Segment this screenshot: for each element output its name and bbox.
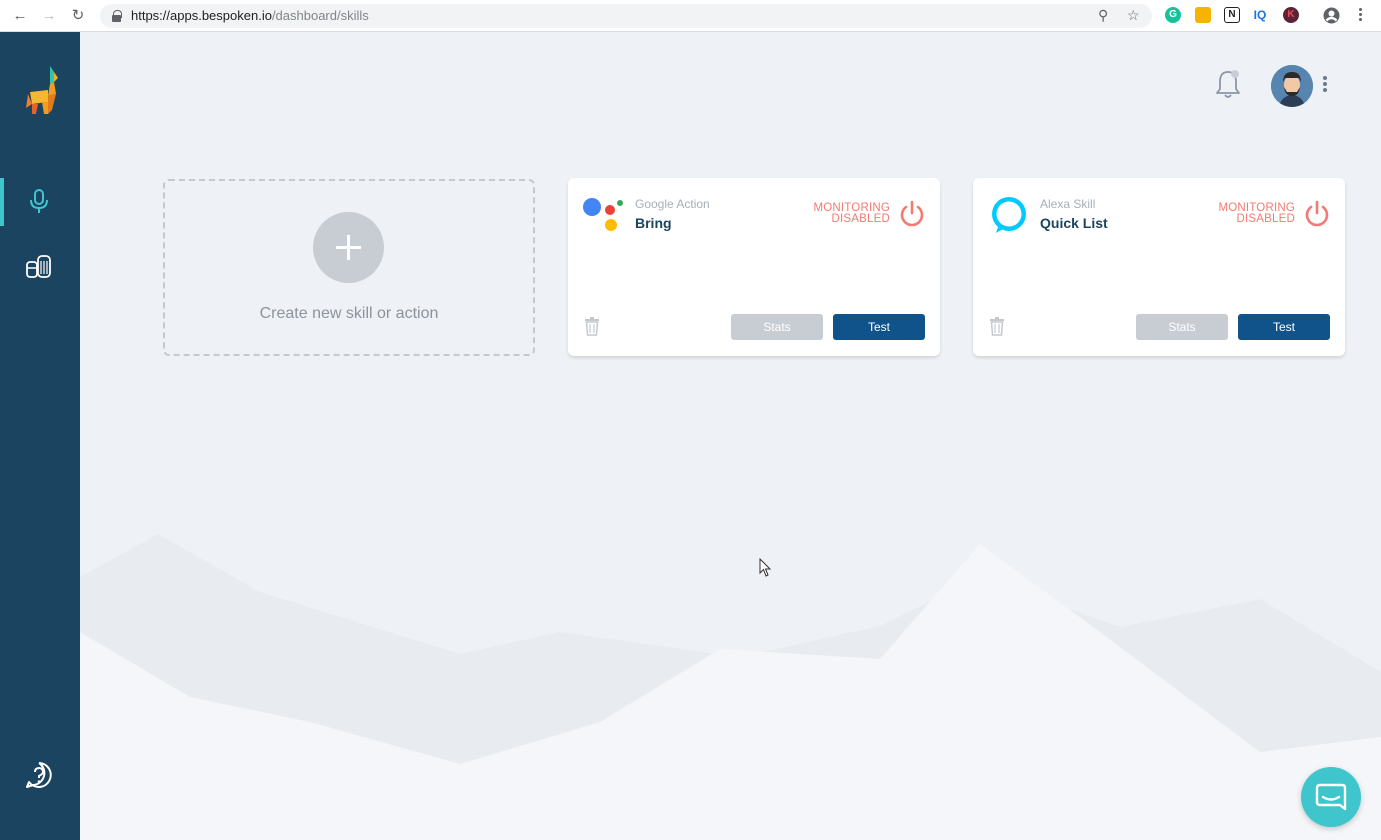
sidebar-item-devices[interactable]	[0, 244, 80, 292]
skill-name[interactable]: Quick List	[1040, 215, 1108, 231]
plus-icon[interactable]	[313, 212, 384, 283]
microphone-icon	[30, 189, 48, 213]
sidebar-item-help[interactable]	[0, 752, 80, 800]
notification-bell-icon[interactable]	[1213, 68, 1243, 102]
trash-icon[interactable]	[584, 316, 600, 336]
skill-card[interactable]: Alexa Skill Quick List MONITORING DISABL…	[973, 178, 1345, 356]
chat-icon	[1315, 783, 1347, 811]
grammarly-extension-icon[interactable]: G	[1165, 7, 1181, 23]
stats-button[interactable]: Stats	[1136, 314, 1228, 340]
forward-icon[interactable]: →	[39, 6, 59, 26]
stats-button[interactable]: Stats	[731, 314, 823, 340]
test-button[interactable]: Test	[1238, 314, 1330, 340]
mouse-cursor-icon	[759, 558, 772, 577]
skill-type: Google Action	[635, 197, 710, 211]
url-text: https://apps.bespoken.io/dashboard/skill…	[131, 8, 369, 23]
main-content: Create new skill or action Google Action…	[80, 32, 1381, 840]
skill-card[interactable]: Google Action Bring MONITORING DISABLED …	[568, 178, 940, 356]
test-button[interactable]: Test	[833, 314, 925, 340]
monitoring-status: MONITORING DISABLED	[813, 202, 890, 225]
chat-launcher-button[interactable]	[1301, 767, 1361, 827]
address-bar[interactable]: https://apps.bespoken.io/dashboard/skill…	[100, 4, 1152, 28]
bespoken-llama-logo[interactable]	[24, 64, 60, 114]
browser-toolbar: ← → ↻ https://apps.bespoken.io/dashboard…	[0, 0, 1381, 32]
skill-name[interactable]: Bring	[635, 215, 672, 231]
sidebar	[0, 32, 80, 840]
create-skill-label: Create new skill or action	[259, 305, 439, 322]
alexa-icon	[992, 197, 1026, 233]
power-icon[interactable]	[1304, 200, 1330, 228]
back-icon[interactable]: ←	[10, 6, 30, 26]
trash-icon[interactable]	[989, 316, 1005, 336]
create-skill-card[interactable]: Create new skill or action	[163, 179, 535, 356]
lock-icon	[112, 10, 122, 22]
yellow-extension-icon[interactable]	[1195, 7, 1211, 23]
bookmark-star-icon[interactable]: ☆	[1127, 7, 1140, 24]
user-menu-kebab-icon[interactable]	[1322, 76, 1328, 94]
profile-icon[interactable]	[1323, 7, 1340, 24]
sidebar-item-skills[interactable]	[0, 178, 80, 226]
monitoring-status: MONITORING DISABLED	[1218, 202, 1295, 225]
google-assistant-icon	[583, 198, 623, 231]
iq-extension-icon[interactable]: IQ	[1252, 7, 1268, 23]
reload-icon[interactable]: ↻	[68, 6, 88, 26]
devices-icon	[26, 255, 51, 278]
power-icon[interactable]	[899, 200, 925, 228]
mountain-background	[80, 534, 1381, 840]
notion-extension-icon[interactable]: N	[1224, 7, 1240, 23]
help-icon	[26, 762, 52, 788]
chrome-menu-icon[interactable]	[1359, 8, 1363, 21]
k-extension-icon[interactable]: K	[1283, 7, 1299, 23]
zoom-icon[interactable]: ⚲	[1098, 7, 1108, 24]
user-avatar[interactable]	[1271, 65, 1313, 107]
skill-type: Alexa Skill	[1040, 197, 1096, 211]
